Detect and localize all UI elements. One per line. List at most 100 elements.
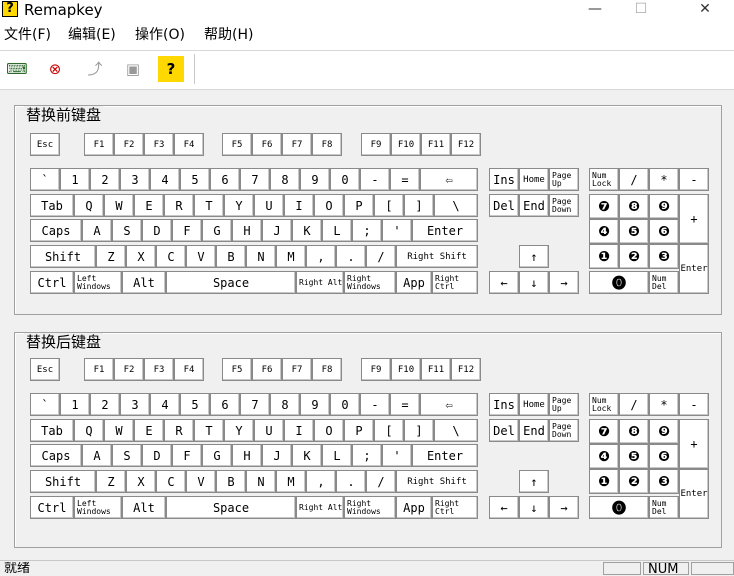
kb-after-key-numpad-1-0[interactable]: ❶ — [589, 469, 619, 494]
kb-after-key-tab-row-10[interactable]: P — [344, 419, 374, 442]
menu-file[interactable]: 文件(F) — [4, 26, 51, 44]
kb-after-key-backspace[interactable]: ⇦ — [420, 393, 478, 416]
kb-after-key-left-ctrl[interactable]: Ctrl — [30, 496, 74, 519]
kb-after-key-shift-row-2[interactable]: X — [126, 470, 156, 493]
kb-before-key-f3[interactable]: F3 — [144, 133, 174, 156]
kb-after-key-enter[interactable]: Enter — [412, 444, 478, 467]
kb-after-key-num-multiply[interactable]: * — [649, 393, 679, 416]
kb-before-key-num-2[interactable]: 2 — [90, 168, 120, 191]
kb-before-key-arrow-up[interactable]: ↑ — [519, 245, 549, 268]
kb-before-key-caps-row-8[interactable]: K — [292, 219, 322, 242]
kb-after-key-num-5[interactable]: 5 — [180, 393, 210, 416]
kb-before-key-enter[interactable]: Enter — [412, 219, 478, 242]
kb-before-key-num-lock[interactable]: Num Lock — [589, 168, 619, 191]
kb-after-key-shift-row-4[interactable]: V — [186, 470, 216, 493]
kb-after-key-right-ctrl[interactable]: Right Ctrl — [432, 496, 478, 519]
kb-after-key-delete[interactable]: Del — [489, 419, 519, 442]
apply-icon[interactable]: ⤴ — [82, 56, 108, 82]
kb-after-key-left-shift[interactable]: Shift — [30, 470, 96, 493]
kb-after-key-num-7[interactable]: 7 — [240, 393, 270, 416]
kb-before-key-num-1[interactable]: 1 — [60, 168, 90, 191]
open-keyboard-icon[interactable]: ⌨ — [4, 56, 30, 82]
kb-after-key-numpad-7-2[interactable]: ❾ — [649, 419, 679, 444]
menu-help[interactable]: 帮助(H) — [204, 26, 253, 44]
kb-after-key-arrow-left[interactable]: ← — [489, 496, 519, 519]
kb-after-key-caps-row-7[interactable]: J — [262, 444, 292, 467]
kb-after-key-numpad-7-1[interactable]: ❽ — [619, 419, 649, 444]
kb-after-key-tab-row-5[interactable]: T — [194, 419, 224, 442]
kb-after-key-page-up[interactable]: Page Up — [549, 393, 579, 416]
kb-after-key-tab-row-12[interactable]: ] — [404, 419, 434, 442]
kb-after-key-shift-row-9[interactable]: . — [336, 470, 366, 493]
kb-before-key-num-multiply[interactable]: * — [649, 168, 679, 191]
kb-after-key-num-12[interactable]: = — [390, 393, 420, 416]
kb-before-key-tab-row-11[interactable]: [ — [374, 194, 404, 217]
kb-before-key-left-alt[interactable]: Alt — [122, 271, 166, 294]
kb-before-key-f2[interactable]: F2 — [114, 133, 144, 156]
kb-after-key-esc[interactable]: Esc — [30, 358, 60, 381]
kb-before-key-f9[interactable]: F9 — [361, 133, 391, 156]
kb-before-key-right-ctrl[interactable]: Right Ctrl — [432, 271, 478, 294]
kb-after-key-num-del[interactable]: Num Del — [649, 496, 679, 519]
menu-edit[interactable]: 编辑(E) — [68, 26, 116, 44]
kb-after-key-arrow-up[interactable]: ↑ — [519, 470, 549, 493]
kb-before-key-num-0[interactable]: ` — [30, 168, 60, 191]
kb-after-key-f5[interactable]: F5 — [222, 358, 252, 381]
kb-before-key-num-enter[interactable]: Enter — [679, 244, 709, 294]
kb-before-key-numpad-4-0[interactable]: ❹ — [589, 219, 619, 244]
kb-after-key-num-plus[interactable]: + — [679, 419, 709, 469]
kb-after-key-f10[interactable]: F10 — [391, 358, 421, 381]
kb-before-key-num-plus[interactable]: + — [679, 194, 709, 244]
kb-before-key-arrow-left[interactable]: ← — [489, 271, 519, 294]
kb-before-key-num-7[interactable]: 7 — [240, 168, 270, 191]
kb-after-key-insert[interactable]: Ins — [489, 393, 519, 416]
kb-after-key-shift-row-3[interactable]: C — [156, 470, 186, 493]
kb-before-key-numpad-4-2[interactable]: ❻ — [649, 219, 679, 244]
kb-before-key-num-divide[interactable]: / — [619, 168, 649, 191]
kb-before-key-page-down[interactable]: Page Down — [549, 194, 579, 217]
kb-after-key-page-down[interactable]: Page Down — [549, 419, 579, 442]
kb-after-key-end[interactable]: End — [519, 419, 549, 442]
kb-after-key-caps[interactable]: Caps — [30, 444, 82, 467]
kb-after-key-f1[interactable]: F1 — [84, 358, 114, 381]
kb-after-key-caps-row-3[interactable]: D — [142, 444, 172, 467]
kb-after-key-num-3[interactable]: 3 — [120, 393, 150, 416]
kb-after-key-f8[interactable]: F8 — [312, 358, 342, 381]
kb-before-key-numpad-1-0[interactable]: ❶ — [589, 244, 619, 269]
close-button[interactable]: ✕ — [682, 0, 728, 22]
kb-after-key-num-2[interactable]: 2 — [90, 393, 120, 416]
kb-after-key-numpad-1-2[interactable]: ❸ — [649, 469, 679, 494]
kb-before-key-left-ctrl[interactable]: Ctrl — [30, 271, 74, 294]
kb-before-key-space[interactable]: Space — [166, 271, 296, 294]
kb-before-key-tab-row-8[interactable]: I — [284, 194, 314, 217]
maximize-button[interactable]: ☐ — [618, 0, 664, 22]
kb-before-key-backspace[interactable]: ⇦ — [420, 168, 478, 191]
kb-before-key-tab-row-1[interactable]: Q — [74, 194, 104, 217]
kb-after-key-tab-row-9[interactable]: O — [314, 419, 344, 442]
kb-after-key-shift-row-10[interactable]: / — [366, 470, 396, 493]
kb-before-key-right-shift[interactable]: Right Shift — [396, 245, 478, 268]
kb-after-key-home[interactable]: Home — [519, 393, 549, 416]
kb-before-key-numpad-0[interactable]: ⓿ — [589, 271, 649, 294]
kb-before-key-f11[interactable]: F11 — [421, 133, 451, 156]
kb-after-key-num-8[interactable]: 8 — [270, 393, 300, 416]
kb-after-key-num-10[interactable]: 0 — [330, 393, 360, 416]
kb-before-key-num-3[interactable]: 3 — [120, 168, 150, 191]
kb-before-key-f6[interactable]: F6 — [252, 133, 282, 156]
kb-before-key-left-windows[interactable]: Left Windows — [74, 271, 122, 294]
kb-before-key-caps[interactable]: Caps — [30, 219, 82, 242]
kb-after-key-caps-row-11[interactable]: ' — [382, 444, 412, 467]
kb-before-key-caps-row-7[interactable]: J — [262, 219, 292, 242]
kb-before-key-tab-row-7[interactable]: U — [254, 194, 284, 217]
kb-after-key-num-lock[interactable]: Num Lock — [589, 393, 619, 416]
kb-after-key-numpad-4-1[interactable]: ❺ — [619, 444, 649, 469]
kb-before-key-home[interactable]: Home — [519, 168, 549, 191]
kb-before-key-caps-row-2[interactable]: S — [112, 219, 142, 242]
kb-after-key-backslash[interactable]: \ — [434, 419, 478, 442]
kb-after-key-right-shift[interactable]: Right Shift — [396, 470, 478, 493]
clipboard-icon[interactable]: ▣ — [120, 56, 146, 82]
kb-before-key-right-alt[interactable]: Right Alt — [296, 271, 344, 294]
kb-after-key-left-alt[interactable]: Alt — [122, 496, 166, 519]
kb-before-key-num-8[interactable]: 8 — [270, 168, 300, 191]
kb-after-key-num-4[interactable]: 4 — [150, 393, 180, 416]
